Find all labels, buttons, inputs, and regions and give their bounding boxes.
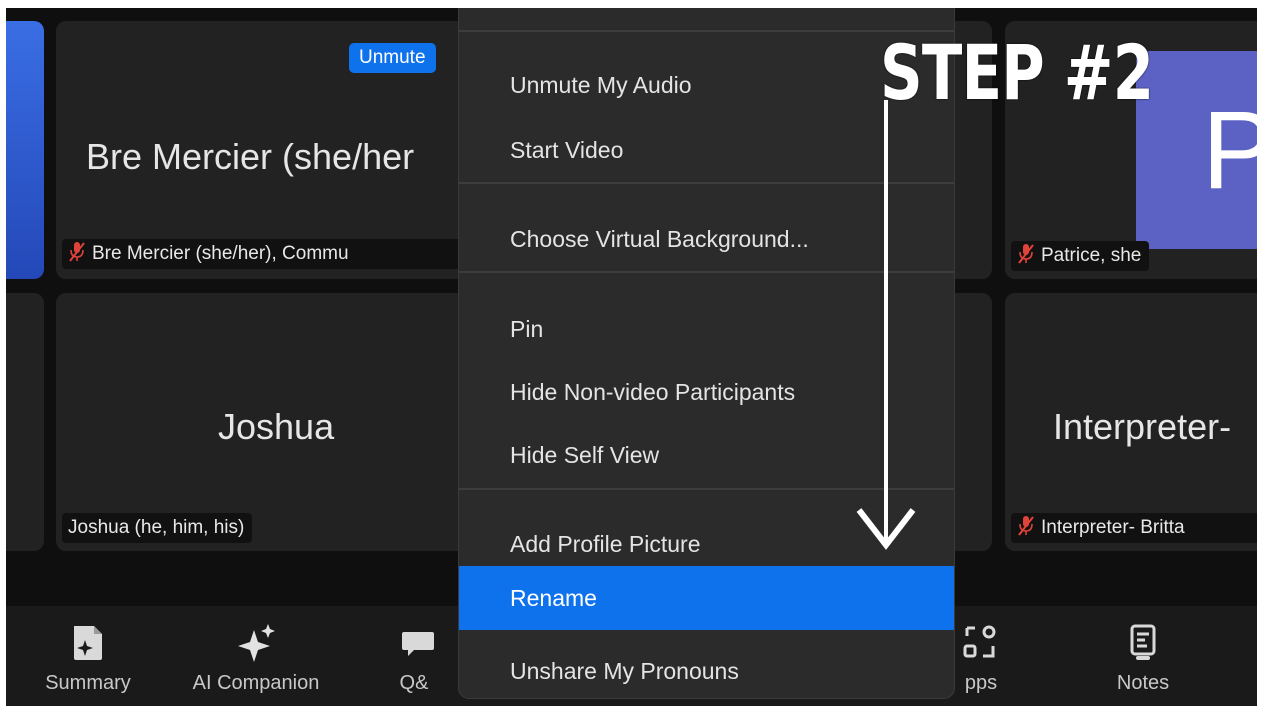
- participant-tag-text: Joshua (he, him, his): [68, 517, 245, 538]
- menu-item-rename[interactable]: Rename: [459, 566, 954, 630]
- unmute-request-button[interactable]: Unmute: [349, 43, 436, 73]
- avatar: P: [1136, 51, 1257, 249]
- sparkle-icon: [238, 624, 275, 662]
- meeting-window: Bre Mercier (she/her Unmute Bre Mercier …: [6, 8, 1257, 706]
- toolbar-label: Notes: [1116, 672, 1170, 694]
- participant-name: Interpreter-: [1053, 406, 1232, 447]
- participant-name: Bre Mercier (she/her: [86, 136, 415, 177]
- toolbar-label: Summary: [45, 672, 131, 694]
- avatar-initial: P: [1202, 89, 1257, 212]
- summary-icon: [74, 626, 102, 660]
- toolbar-qa-button[interactable]: Q&: [374, 624, 454, 695]
- participant-name-tag: Patrice, she: [1011, 241, 1150, 271]
- participant-tag-text: Bre Mercier (she/her), Commu: [92, 243, 349, 264]
- participant-name-tag: Joshua (he, him, his): [62, 513, 253, 543]
- step-annotation: STEP #2: [880, 28, 1154, 117]
- toolbar-summary-button[interactable]: Summary: [18, 624, 158, 695]
- menu-item-unshare-pronouns[interactable]: Unshare My Pronouns: [459, 641, 954, 698]
- participant-tile-partial[interactable]: [6, 293, 44, 551]
- participant-tile-interpreter[interactable]: Interpreter- Interpreter- Britta: [1005, 293, 1257, 551]
- mic-muted-icon: [1018, 244, 1034, 264]
- qa-icon: [402, 632, 434, 656]
- participant-tag-text: Interpreter- Britta: [1041, 517, 1185, 538]
- toolbar-ai-companion-button[interactable]: AI Companion: [186, 624, 326, 695]
- participant-tile-partial[interactable]: [6, 21, 44, 279]
- participant-tile-bre[interactable]: Bre Mercier (she/her Unmute Bre Mercier …: [56, 21, 476, 279]
- mic-muted-icon: [69, 242, 85, 262]
- toolbar-label: Q&: [399, 672, 429, 694]
- participant-name: Joshua: [218, 406, 335, 447]
- toolbar-label: AI Companion: [192, 672, 320, 694]
- participant-tag-text: Patrice, she: [1041, 245, 1142, 266]
- participant-tile-joshua[interactable]: Joshua Joshua (he, him, his): [56, 293, 476, 551]
- participant-name-tag: Interpreter- Britta: [1011, 513, 1257, 543]
- notes-icon: [1130, 624, 1156, 660]
- annotation-arrow: [856, 100, 916, 550]
- participant-name-tag: Bre Mercier (she/her), Commu: [62, 239, 476, 269]
- mic-muted-icon: [1018, 516, 1034, 536]
- toolbar-notes-button[interactable]: Notes: [1073, 624, 1213, 695]
- apps-icon: [963, 625, 996, 658]
